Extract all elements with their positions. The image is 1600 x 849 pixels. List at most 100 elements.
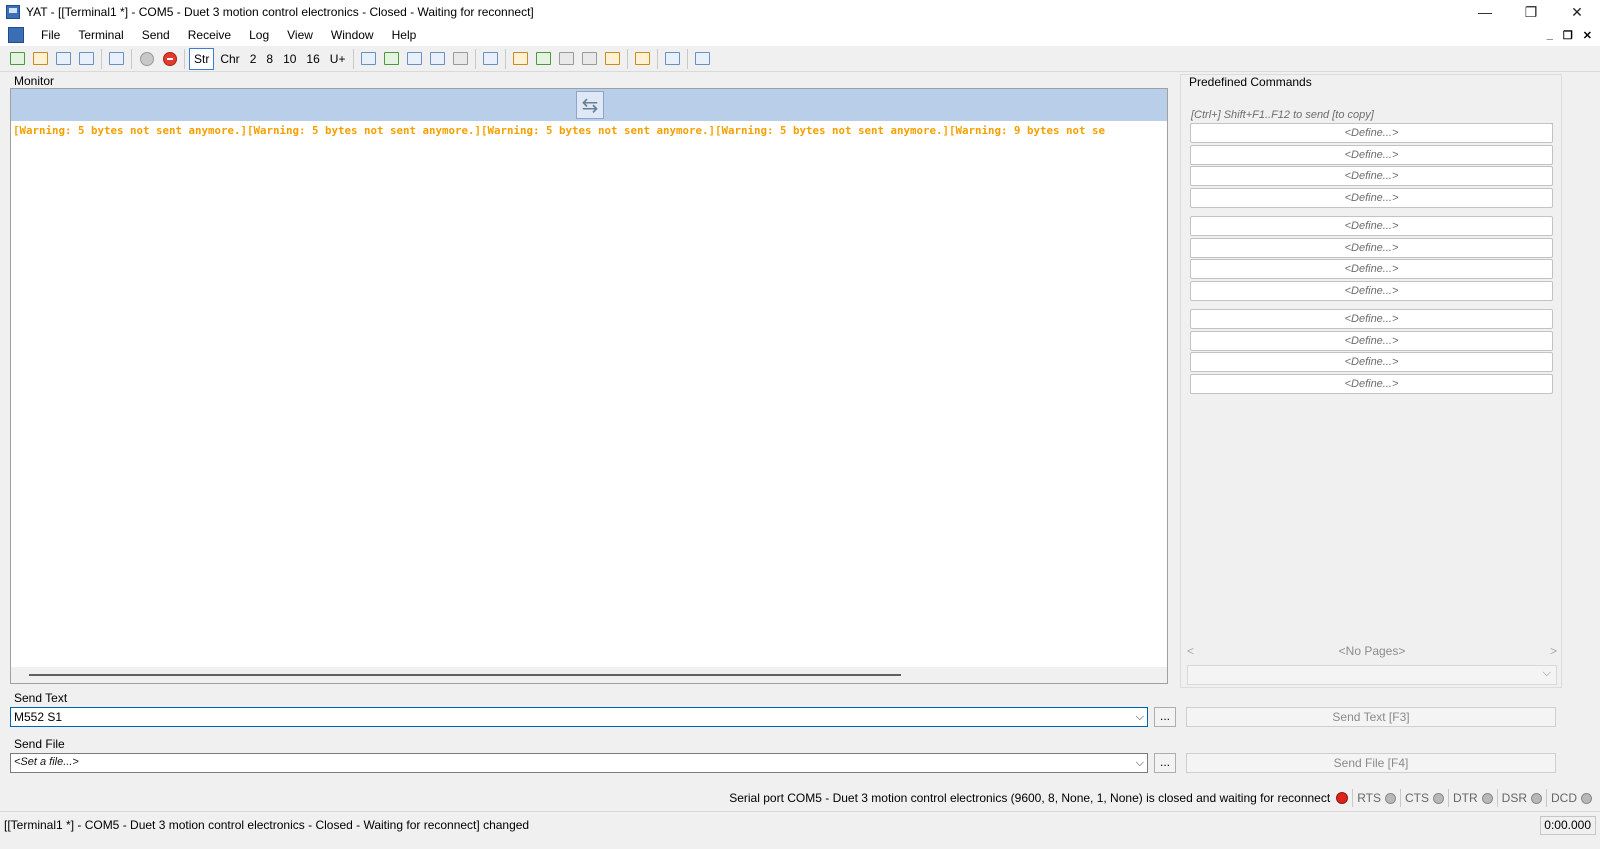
predefined-command-button[interactable]: <Define...>: [1190, 281, 1553, 301]
save-all-icon[interactable]: [77, 49, 97, 69]
menu-terminal[interactable]: Terminal: [69, 24, 132, 46]
print-icon[interactable]: [451, 49, 471, 69]
page-select-dropdown[interactable]: [1187, 665, 1557, 685]
menu-window[interactable]: Window: [322, 24, 383, 46]
dtr-indicator[interactable]: DTR: [1447, 789, 1497, 807]
predefined-command-button[interactable]: <Define...>: [1190, 216, 1553, 236]
restore-button[interactable]: ❐: [1508, 0, 1554, 24]
predefined-command-button[interactable]: <Define...>: [1190, 259, 1553, 279]
close-port-icon[interactable]: [160, 49, 180, 69]
browse-file-button[interactable]: ...: [1154, 753, 1176, 773]
dsr-dot-icon: [1531, 792, 1542, 804]
log-settings-icon[interactable]: [511, 49, 531, 69]
new-terminal-icon[interactable]: [8, 49, 28, 69]
predefined-command-button[interactable]: <Define...>: [1190, 145, 1553, 165]
predefined-command-button[interactable]: <Define...>: [1190, 331, 1553, 351]
dsr-indicator: DSR: [1496, 789, 1546, 807]
send-file-button[interactable]: Send File [F4]: [1186, 753, 1556, 773]
show-bidir-icon[interactable]: [382, 49, 402, 69]
mdi-minimize-button[interactable]: _: [1547, 29, 1553, 41]
horizontal-scrollbar[interactable]: [11, 667, 1167, 683]
open-file-icon[interactable]: [31, 49, 51, 69]
radix-2-button[interactable]: 2: [246, 48, 261, 70]
previous-page-button[interactable]: <: [1187, 644, 1194, 658]
menu-file[interactable]: File: [32, 24, 69, 46]
port-status-bar: Serial port COM5 - Duet 3 motion control…: [0, 787, 1600, 809]
auto-action-icon[interactable]: [663, 49, 683, 69]
send-text-options-button[interactable]: ...: [1154, 707, 1176, 727]
predefined-commands-label: Predefined Commands: [1187, 75, 1314, 89]
send-file-panel: Send File <Set a file...> ⌵ ... Send Fil…: [4, 735, 1562, 781]
format-icon[interactable]: [693, 49, 713, 69]
scrollbar-thumb[interactable]: [29, 674, 901, 676]
show-rx-icon[interactable]: [405, 49, 425, 69]
menu-view[interactable]: View: [278, 24, 322, 46]
open-port-icon[interactable]: [137, 49, 157, 69]
predefined-command-button[interactable]: <Define...>: [1190, 374, 1553, 394]
cts-label: CTS: [1404, 791, 1429, 805]
send-file-label: Send File: [12, 737, 67, 751]
app-icon[interactable]: [6, 5, 20, 19]
toolbar: Str Chr 2 8 10 16 U+: [0, 46, 1600, 72]
terminal-window-icon[interactable]: [8, 27, 24, 43]
toolbar-separator: [475, 48, 477, 69]
menu-log[interactable]: Log: [240, 24, 278, 46]
predefined-command-button[interactable]: <Define...>: [1190, 123, 1553, 143]
monitor-frame: ⇆ [Warning: 5 bytes not sent anymore.][W…: [10, 88, 1168, 684]
mdi-close-button[interactable]: ✕: [1583, 29, 1592, 42]
close-button[interactable]: ✕: [1554, 0, 1600, 24]
terminal-settings-icon[interactable]: [107, 49, 127, 69]
send-text-panel: Send Text M552 S1 ⌵ ... Send Text [F3]: [4, 689, 1562, 733]
predefined-command-button[interactable]: <Define...>: [1190, 238, 1553, 258]
toolbar-separator: [505, 48, 507, 69]
send-text-button[interactable]: Send Text [F3]: [1186, 707, 1556, 727]
send-file-value: <Set a file...>: [14, 756, 79, 768]
send-text-input[interactable]: M552 S1 ⌵: [10, 707, 1148, 727]
mdi-restore-button[interactable]: ❐: [1563, 29, 1573, 42]
rts-indicator[interactable]: RTS: [1352, 789, 1400, 807]
radix-8-button[interactable]: 8: [262, 48, 277, 70]
log-open-folder-icon[interactable]: [603, 49, 623, 69]
auto-response-icon[interactable]: [633, 49, 653, 69]
minimize-button[interactable]: —: [1462, 0, 1508, 24]
radix-16-button[interactable]: 16: [302, 48, 323, 70]
send-text-value: M552 S1: [14, 710, 63, 724]
next-page-button[interactable]: >: [1550, 644, 1557, 658]
toolbar-separator: [101, 48, 102, 69]
save-icon[interactable]: [54, 49, 74, 69]
dtr-label: DTR: [1452, 791, 1478, 805]
send-file-input[interactable]: <Set a file...> ⌵: [10, 753, 1148, 773]
send-text-label: Send Text: [12, 691, 70, 705]
toolbar-separator: [627, 48, 629, 69]
window-title: YAT - [[Terminal1 *] - COM5 - Duet 3 mot…: [26, 5, 534, 19]
chevron-down-icon[interactable]: ⌵: [1136, 708, 1144, 727]
predefined-hint: [Ctrl+] Shift+F1..F12 to send [to copy]: [1191, 107, 1553, 124]
predefined-command-button[interactable]: <Define...>: [1190, 166, 1553, 186]
predefined-command-button[interactable]: <Define...>: [1190, 309, 1553, 329]
dcd-indicator: DCD: [1546, 789, 1596, 807]
radix-chr-button[interactable]: Chr: [216, 48, 243, 70]
menu-receive[interactable]: Receive: [179, 24, 240, 46]
monitor-header: ⇆: [11, 89, 1167, 121]
predefined-command-button[interactable]: <Define...>: [1190, 188, 1553, 208]
cts-dot-icon: [1432, 792, 1444, 804]
radix-10-button[interactable]: 10: [279, 48, 300, 70]
menu-send[interactable]: Send: [133, 24, 179, 46]
log-off-icon[interactable]: [557, 49, 577, 69]
page-navigator: < <No Pages> >: [1187, 641, 1557, 661]
radix-str-button[interactable]: Str: [189, 47, 215, 70]
swap-direction-icon[interactable]: ⇆: [576, 91, 604, 119]
radix-unicode-button[interactable]: U+: [326, 48, 350, 70]
log-on-icon[interactable]: [534, 49, 554, 69]
log-clear-icon[interactable]: [580, 49, 600, 69]
find-icon[interactable]: [481, 49, 501, 69]
port-status-led-icon[interactable]: [1336, 792, 1349, 804]
clear-monitor-icon[interactable]: [428, 49, 448, 69]
show-tx-icon[interactable]: [359, 49, 379, 69]
cts-indicator: CTS: [1399, 789, 1448, 807]
rts-dot-icon: [1384, 792, 1396, 804]
predefined-command-button[interactable]: <Define...>: [1190, 352, 1553, 372]
chevron-down-icon[interactable]: ⌵: [1136, 754, 1144, 773]
menu-help[interactable]: Help: [383, 24, 426, 46]
toolbar-separator: [131, 48, 132, 69]
